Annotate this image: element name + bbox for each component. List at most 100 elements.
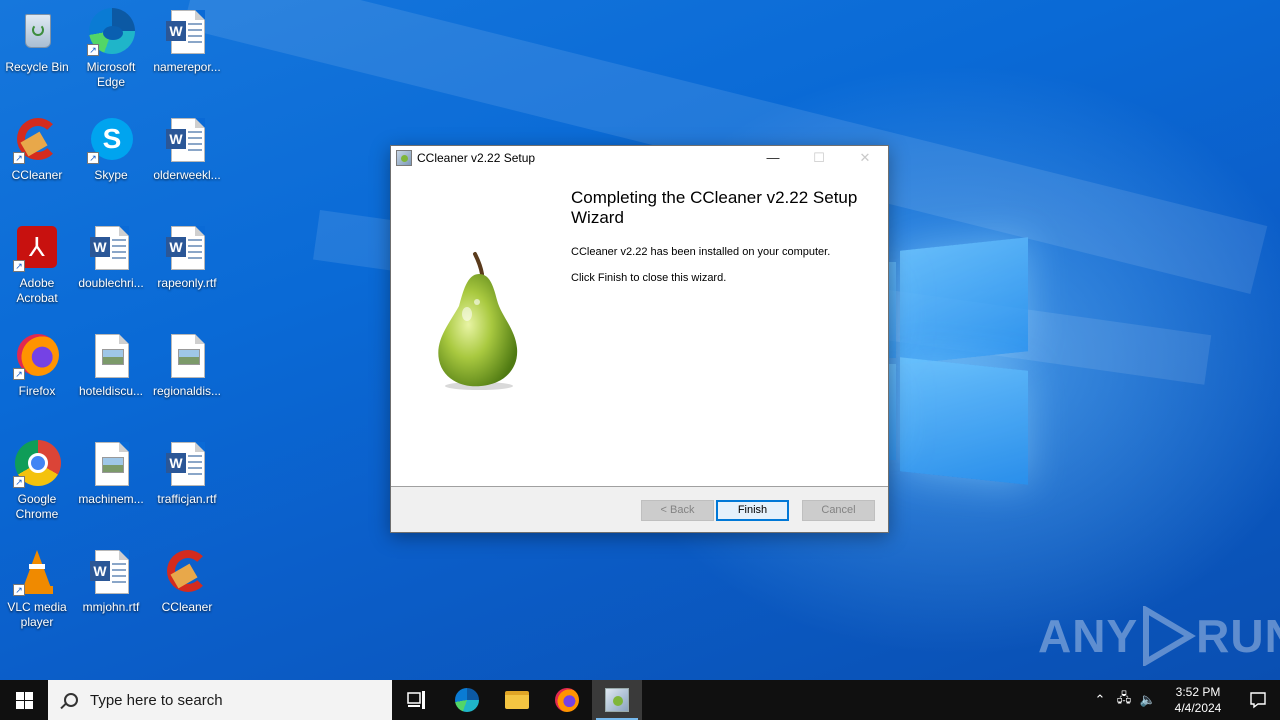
desktop-icon-label: doublechri... (78, 276, 144, 290)
dialog-title: CCleaner v2.22 Setup (417, 151, 536, 165)
wizard-heading: Completing the CCleaner v2.22 Setup Wiza… (571, 188, 858, 227)
notification-icon (1250, 692, 1266, 709)
chrome-icon: ↗ (13, 440, 61, 488)
desktop-icon-recycle-bin[interactable]: Recycle Bin (0, 8, 74, 75)
dialog-titlebar[interactable]: CCleaner v2.22 Setup — ☐ ✕ (391, 146, 888, 170)
desktop-icon-skype[interactable]: S ↗ Skype (74, 116, 148, 183)
image-file-icon (87, 440, 135, 488)
firefox-icon (555, 688, 579, 712)
back-button: < Back (641, 500, 714, 521)
desktop-icon-file[interactable]: W trafficjan.rtf (150, 440, 224, 507)
wizard-button-bar: < Back Finish Cancel (391, 486, 888, 532)
desktop-icon-label: rapeonly.rtf (157, 276, 217, 290)
desktop-icon-label: regionaldis... (152, 384, 222, 398)
firefox-icon: ↗ (13, 332, 61, 380)
desktop-icon-label: hoteldiscu... (78, 384, 144, 398)
desktop-icon-label: machinem... (78, 492, 144, 506)
wizard-content: Completing the CCleaner v2.22 Setup Wiza… (391, 170, 888, 486)
chevron-up-icon[interactable]: ⌃ (1088, 692, 1112, 708)
desktop-icon-label: Microsoft Edge (86, 60, 136, 89)
setup-dialog: CCleaner v2.22 Setup — ☐ ✕ Completing th… (390, 145, 889, 533)
clock[interactable]: 3:52 PM 4/4/2024 (1160, 684, 1236, 716)
windows-logo-pane (900, 237, 1028, 365)
desktop-icon-file[interactable]: hoteldiscu... (74, 332, 148, 399)
desktop-icon-file[interactable]: machinem... (74, 440, 148, 507)
desktop-icon-adobe-acrobat[interactable]: ⅄ ↗ Adobe Acrobat (0, 224, 74, 306)
windows-logo-pane (900, 357, 1028, 485)
image-file-icon (163, 332, 211, 380)
cancel-button: Cancel (802, 500, 875, 521)
windows-logo-pane (888, 262, 896, 358)
word-document-icon: W (163, 440, 211, 488)
volume-icon[interactable]: 🔈 (1136, 692, 1160, 708)
close-instruction: Click Finish to close this wizard. (571, 272, 727, 284)
ccleaner-icon: ↗ (13, 116, 61, 164)
desktop-icon-label: Skype (94, 168, 128, 182)
edge-icon: ↗ (87, 8, 135, 56)
desktop-icon-firefox[interactable]: ↗ Firefox (0, 332, 74, 399)
system-tray: ⌃ 🖧 🔈 3:52 PM 4/4/2024 (1088, 680, 1280, 720)
play-logo-icon (1143, 606, 1197, 666)
windows-logo-pane (888, 364, 896, 460)
desktop-icon-label: trafficjan.rtf (157, 492, 217, 506)
notification-center-button[interactable] (1236, 680, 1280, 720)
task-view-icon (407, 691, 425, 709)
folder-icon (505, 691, 529, 709)
desktop-icon-label: VLC media player (7, 600, 67, 629)
taskbar-firefox[interactable] (542, 680, 592, 720)
word-document-icon: W (87, 224, 135, 272)
maximize-button: ☐ (813, 150, 825, 165)
anyrun-watermark: ANY RUN (1038, 606, 1280, 666)
taskbar: Type here to search ⌃ 🖧 🔈 3:52 PM 4/4/20… (0, 680, 1280, 720)
desktop-icon-label: Adobe Acrobat (16, 276, 58, 305)
start-button[interactable] (0, 680, 48, 720)
task-view-button[interactable] (392, 680, 442, 720)
watermark-text: ANY (1038, 610, 1139, 662)
desktop-icon-label: Firefox (18, 384, 56, 398)
installer-icon (396, 150, 412, 166)
taskbar-ccleaner-setup[interactable] (592, 680, 642, 720)
taskbar-edge[interactable] (442, 680, 492, 720)
windows-icon (15, 691, 33, 709)
network-icon[interactable]: 🖧 (1112, 689, 1136, 711)
installer-icon (605, 688, 629, 712)
desktop-icon-file[interactable]: W rapeonly.rtf (150, 224, 224, 291)
minimize-button[interactable]: — (750, 146, 796, 170)
desktop-icon-microsoft-edge[interactable]: ↗ Microsoft Edge (74, 8, 148, 90)
recycle-bin-icon (13, 8, 61, 56)
desktop-icon-file[interactable]: W olderweekl... (150, 116, 224, 183)
vlc-icon: ↗ (13, 548, 61, 596)
finish-button[interactable]: Finish (716, 500, 789, 521)
desktop-icon-ccleaner[interactable]: CCleaner (150, 548, 224, 615)
acrobat-icon: ⅄ ↗ (13, 224, 61, 272)
desktop-icon-label: namerepor... (153, 60, 221, 74)
skype-icon: S ↗ (87, 116, 135, 164)
desktop-icon-vlc[interactable]: ↗ VLC media player (0, 548, 74, 630)
desktop-icon-label: CCleaner (161, 600, 213, 614)
taskbar-search-box[interactable]: Type here to search (48, 680, 392, 720)
desktop-icon-file[interactable]: W doublechri... (74, 224, 148, 291)
word-document-icon: W (87, 548, 135, 596)
pear-logo-icon (438, 252, 518, 390)
word-document-icon: W (163, 8, 211, 56)
desktop-icon-file[interactable]: W mmjohn.rtf (74, 548, 148, 615)
word-document-icon: W (163, 224, 211, 272)
desktop-icon-file[interactable]: regionaldis... (150, 332, 224, 399)
watermark-text: RUN (1196, 610, 1280, 662)
desktop-icon-label: Google Chrome (15, 492, 59, 521)
taskbar-file-explorer[interactable] (492, 680, 542, 720)
desktop-icon-label: olderweekl... (153, 168, 221, 182)
desktop-icon-google-chrome[interactable]: ↗ Google Chrome (0, 440, 74, 522)
installed-message: CCleaner v2.22 has been installed on you… (571, 246, 831, 258)
clock-time: 3:52 PM (1175, 685, 1221, 699)
search-placeholder: Type here to search (90, 691, 223, 709)
desktop-icon-ccleaner[interactable]: ↗ CCleaner (0, 116, 74, 183)
close-button: ✕ (859, 150, 871, 165)
word-document-icon: W (163, 116, 211, 164)
desktop-icon-file[interactable]: W namerepor... (150, 8, 224, 75)
desktop-icon-label: Recycle Bin (5, 60, 69, 74)
search-icon (64, 693, 78, 707)
desktop-icon-label: CCleaner (11, 168, 63, 182)
clock-date: 4/4/2024 (1174, 701, 1222, 715)
image-file-icon (87, 332, 135, 380)
